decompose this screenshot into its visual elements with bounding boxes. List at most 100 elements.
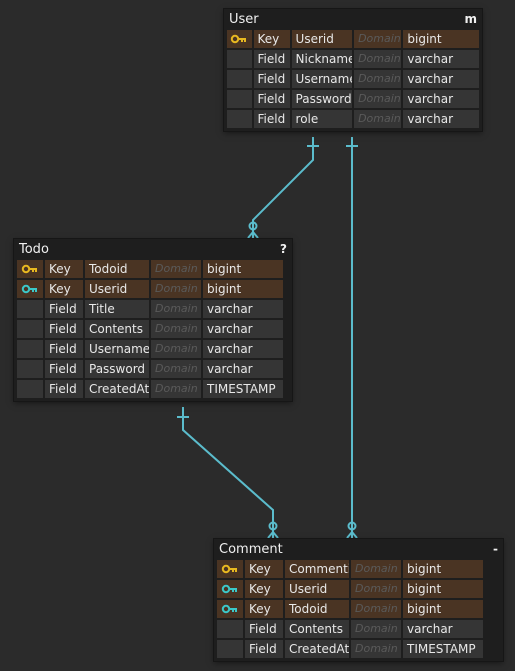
row-icon-cell bbox=[17, 340, 43, 358]
row-kind[interactable]: Field bbox=[253, 90, 290, 108]
column-name[interactable]: role bbox=[291, 110, 353, 128]
row-kind[interactable]: Field bbox=[253, 50, 290, 68]
table-note: ? bbox=[280, 242, 287, 256]
column-domain[interactable]: Domain bbox=[151, 320, 201, 338]
table-row[interactable]: Field Contents Domain varchar bbox=[16, 319, 290, 339]
column-datatype[interactable]: varchar bbox=[403, 50, 480, 68]
table-row[interactable]: Field Username Domain varchar bbox=[16, 339, 290, 359]
table-row[interactable]: Key Userid Domain bigint bbox=[226, 29, 480, 49]
row-kind[interactable]: Field bbox=[45, 380, 83, 398]
column-name[interactable]: Todoid bbox=[285, 600, 349, 618]
column-domain[interactable]: Domain bbox=[351, 620, 401, 638]
column-name[interactable]: Nickname bbox=[291, 50, 353, 68]
column-datatype[interactable]: varchar bbox=[403, 70, 480, 88]
column-datatype[interactable]: bigint bbox=[403, 600, 483, 618]
table-row[interactable]: Field CreatedAt Domain TIMESTAMP bbox=[16, 379, 290, 399]
column-name[interactable]: Password bbox=[85, 360, 149, 378]
column-domain[interactable]: Domain bbox=[151, 360, 201, 378]
table-row[interactable]: Field Username Domain varchar bbox=[226, 69, 480, 89]
table-row[interactable]: KeyCommentidDomainbigint bbox=[216, 559, 501, 579]
column-domain[interactable]: Domain bbox=[151, 340, 201, 358]
column-datatype[interactable]: varchar bbox=[403, 620, 483, 638]
row-kind[interactable]: Field bbox=[245, 620, 283, 638]
relation-user-todo[interactable] bbox=[247, 137, 319, 239]
column-datatype[interactable]: bigint bbox=[403, 560, 483, 578]
row-kind[interactable]: Key bbox=[245, 580, 283, 598]
column-datatype[interactable]: varchar bbox=[203, 340, 283, 358]
table-row[interactable]: Field Title Domain varchar bbox=[16, 299, 290, 319]
column-domain[interactable]: Domain bbox=[351, 640, 401, 658]
table-row[interactable]: Field Nickname Domain varchar bbox=[226, 49, 480, 69]
relation-todo-comment[interactable] bbox=[177, 407, 279, 539]
row-kind[interactable]: Key bbox=[45, 260, 83, 278]
column-domain[interactable]: Domain bbox=[351, 580, 401, 598]
column-datatype[interactable]: varchar bbox=[203, 300, 283, 318]
table-row[interactable]: Key Todoid Domain bigint bbox=[16, 259, 290, 279]
row-kind[interactable]: Field bbox=[245, 640, 283, 658]
column-domain[interactable]: Domain bbox=[354, 50, 402, 68]
column-domain[interactable]: Domain bbox=[151, 300, 201, 318]
column-datatype[interactable]: bigint bbox=[203, 260, 283, 278]
column-name[interactable]: CreatedAt bbox=[85, 380, 149, 398]
column-name[interactable]: Contents bbox=[285, 620, 349, 638]
column-domain[interactable]: Domain bbox=[354, 110, 402, 128]
table-header[interactable]: Todo ? bbox=[14, 239, 292, 259]
table-row[interactable]: Field Contents Domain varchar bbox=[216, 619, 501, 639]
column-datatype[interactable]: bigint bbox=[203, 280, 283, 298]
table-user[interactable]: User m Key Userid Domain bigint Field Nicknam… bbox=[224, 9, 482, 131]
row-kind[interactable]: Field bbox=[45, 320, 83, 338]
table-header[interactable]: User m bbox=[224, 9, 482, 29]
column-datatype[interactable]: varchar bbox=[403, 110, 480, 128]
column-name[interactable]: CreatedAt bbox=[285, 640, 349, 658]
table-title: Todo bbox=[19, 241, 49, 257]
table-comment[interactable]: Comment - KeyCommentidDomainbigintKeyUse… bbox=[214, 539, 503, 661]
column-datatype[interactable]: bigint bbox=[403, 30, 480, 48]
row-kind[interactable]: Field bbox=[45, 340, 83, 358]
column-datatype[interactable]: TIMESTAMP bbox=[403, 640, 483, 658]
table-header[interactable]: Comment - bbox=[214, 539, 503, 559]
row-kind[interactable]: Key bbox=[253, 30, 290, 48]
row-kind[interactable]: Field bbox=[45, 360, 83, 378]
table-row[interactable]: Key Userid Domain bigint bbox=[16, 279, 290, 299]
column-domain[interactable]: Domain bbox=[151, 260, 201, 278]
table-row[interactable]: Key Userid Domain bigint bbox=[216, 579, 501, 599]
column-datatype[interactable]: bigint bbox=[403, 580, 483, 598]
column-name[interactable]: Contents bbox=[85, 320, 149, 338]
table-row[interactable]: Field Password Domain varchar bbox=[16, 359, 290, 379]
column-domain[interactable]: Domain bbox=[151, 280, 201, 298]
column-name[interactable]: Password bbox=[291, 90, 353, 108]
row-icon-cell bbox=[217, 580, 243, 598]
table-rows: Key Userid Domain bigint Field Nickname Domain… bbox=[224, 29, 482, 131]
column-domain[interactable]: Domain bbox=[354, 70, 402, 88]
column-name[interactable]: Username bbox=[85, 340, 149, 358]
row-kind[interactable]: Key bbox=[45, 280, 83, 298]
column-name[interactable]: Userid bbox=[291, 30, 353, 48]
row-kind[interactable]: Field bbox=[253, 110, 290, 128]
column-name[interactable]: Commentid bbox=[285, 560, 349, 578]
row-kind[interactable]: Field bbox=[253, 70, 290, 88]
column-name[interactable]: Title bbox=[85, 300, 149, 318]
table-rows: KeyCommentidDomainbigintKeyUseridDomainb… bbox=[214, 559, 503, 661]
row-kind[interactable]: Field bbox=[45, 300, 83, 318]
column-domain[interactable]: Domain bbox=[354, 30, 402, 48]
relation-user-comment[interactable] bbox=[346, 137, 358, 539]
column-datatype[interactable]: TIMESTAMP bbox=[203, 380, 283, 398]
row-kind[interactable]: Key bbox=[245, 560, 283, 578]
row-kind[interactable]: Key bbox=[245, 600, 283, 618]
table-row[interactable]: Field role Domain varchar bbox=[226, 109, 480, 129]
column-datatype[interactable]: varchar bbox=[203, 320, 283, 338]
column-domain[interactable]: Domain bbox=[351, 560, 401, 578]
column-name[interactable]: Userid bbox=[85, 280, 149, 298]
table-row[interactable]: Field Password Domain varchar bbox=[226, 89, 480, 109]
column-name[interactable]: Todoid bbox=[85, 260, 149, 278]
table-row[interactable]: Field CreatedAt Domain TIMESTAMP bbox=[216, 639, 501, 659]
column-domain[interactable]: Domain bbox=[151, 380, 201, 398]
column-datatype[interactable]: varchar bbox=[203, 360, 283, 378]
column-name[interactable]: Userid bbox=[285, 580, 349, 598]
table-todo[interactable]: Todo ? Key Todoid Domain bigint Key Userid Dom… bbox=[14, 239, 292, 401]
column-domain[interactable]: Domain bbox=[351, 600, 401, 618]
column-name[interactable]: Username bbox=[291, 70, 353, 88]
column-datatype[interactable]: varchar bbox=[403, 90, 480, 108]
table-row[interactable]: Key Todoid Domain bigint bbox=[216, 599, 501, 619]
column-domain[interactable]: Domain bbox=[354, 90, 402, 108]
